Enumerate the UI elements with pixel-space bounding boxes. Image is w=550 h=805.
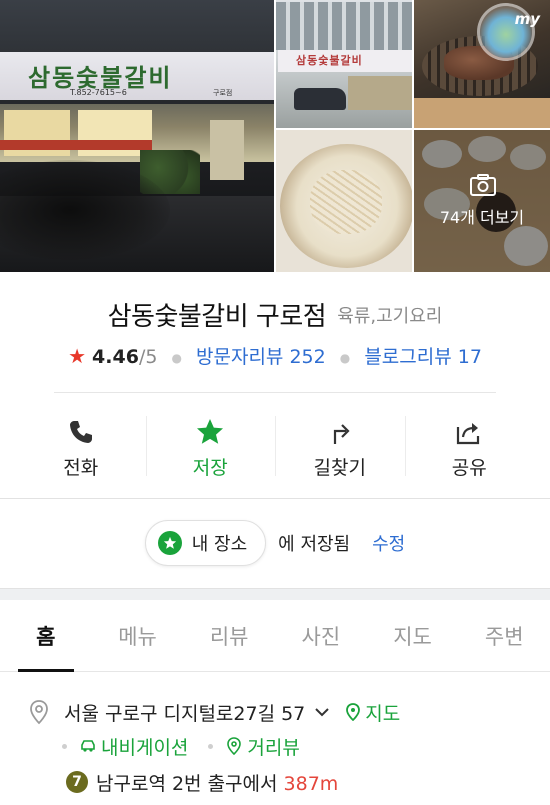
street-view-pin-icon (227, 737, 242, 755)
subway-row: 7 남구로역 2번 출구에서 387m (66, 768, 338, 796)
share-button[interactable]: 공유 (404, 400, 535, 496)
address-row: 서울 구로구 디지털로27길 57 지도 (28, 698, 538, 726)
subway-line-badge: 7 (66, 771, 88, 793)
photo-gallery[interactable]: 삼동숯불갈비 T.852-7615~6 구로점 삼동숯불갈비 my 74개 더보… (0, 0, 550, 272)
share-label: 공유 (451, 456, 487, 479)
directions-button[interactable]: 길찾기 (275, 400, 405, 496)
tab-bar: 홈 메뉴 리뷰 사진 지도 주변 (0, 600, 550, 672)
location-pin-icon (30, 700, 48, 725)
map-link[interactable]: 지도 (345, 699, 400, 726)
noodle-photo[interactable] (276, 130, 412, 272)
subway-text: 남구로역 2번 출구에서 387m (96, 769, 338, 796)
street-view-label: 거리뷰 (247, 736, 300, 759)
storefront-photo[interactable]: 삼동숯불갈비 T.852-7615~6 구로점 (0, 0, 274, 272)
door (210, 120, 244, 180)
noodles (310, 170, 382, 234)
separator-dot (208, 743, 214, 749)
wood-table (414, 98, 550, 128)
car (294, 88, 346, 110)
navigation-label: 내비게이션 (101, 736, 189, 759)
shop-front (348, 76, 412, 110)
rating-row: ★ 4.46/5 ● 방문자리뷰 252 ● 블로그리뷰 17 (0, 342, 550, 369)
divider (0, 498, 550, 499)
navigation-link[interactable]: 내비게이션 (79, 733, 188, 760)
directions-label: 길찾기 (313, 456, 366, 479)
action-bar: 전화 저장 길찾기 공유 (16, 400, 534, 496)
star-icon (157, 531, 182, 555)
tab-photo[interactable]: 사진 (275, 600, 367, 671)
address-text[interactable]: 서울 구로구 디지털로27길 57 (64, 699, 305, 726)
place-category: 육류,고기요리 (337, 305, 443, 327)
chevron-down-icon[interactable] (313, 703, 331, 721)
star-icon (197, 418, 224, 444)
visitor-review-link[interactable]: 방문자리뷰 252 (196, 346, 326, 368)
divider (54, 392, 496, 393)
more-photos-label[interactable]: 74개 더보기 (414, 204, 550, 228)
phone-icon (69, 420, 92, 443)
my-badge[interactable]: my (480, 6, 540, 58)
my-places-label: 내 장소 (191, 534, 248, 555)
subway-distance: 387m (283, 772, 339, 795)
save-label: 저장 (192, 456, 228, 479)
building-facade (276, 2, 412, 50)
share-icon (457, 422, 480, 444)
call-button[interactable]: 전화 (16, 400, 146, 496)
saved-status-text: 에 저장됨 (278, 534, 351, 555)
tab-map[interactable]: 지도 (367, 600, 459, 671)
camera-icon (470, 174, 496, 196)
separator-dot (62, 743, 67, 749)
my-badge-text: my (514, 10, 540, 28)
blog-review-link[interactable]: 블로그리뷰 17 (364, 346, 482, 368)
place-name: 삼동숯불갈비 구로점 (107, 302, 327, 332)
tab-review[interactable]: 리뷰 (183, 600, 275, 671)
store-sign-branch: 구로점 (213, 89, 233, 97)
car-icon (81, 740, 95, 752)
red-banner (0, 140, 152, 150)
more-photos-overlay[interactable] (414, 130, 550, 272)
call-label: 전화 (63, 456, 99, 479)
title-row: 삼동숯불갈비 구로점 육류,고기요리 (0, 296, 550, 333)
rating-score: 4.46 (92, 346, 139, 368)
saved-row: 내 장소 에 저장됨 수정 (0, 518, 550, 568)
section-band (0, 588, 550, 600)
map-link-label: 지도 (365, 702, 401, 725)
building-photo[interactable]: 삼동숯불갈비 (276, 0, 412, 128)
navigation-row: 내비게이션 거리뷰 (62, 732, 320, 760)
street-view-link[interactable]: 거리뷰 (225, 733, 300, 760)
edit-link[interactable]: 수정 (372, 530, 405, 556)
tab-nearby[interactable]: 주변 (458, 600, 550, 671)
separator-dot: ● (171, 350, 182, 365)
subway-station-text: 남구로역 2번 출구에서 (96, 772, 278, 795)
directions-icon (333, 423, 350, 444)
rating-max: /5 (138, 346, 158, 368)
tab-menu[interactable]: 메뉴 (92, 600, 184, 671)
save-button[interactable]: 저장 (145, 400, 276, 496)
my-places-chip[interactable]: 내 장소 (144, 520, 267, 566)
separator-dot: ● (339, 350, 351, 365)
grill-photo[interactable]: my (414, 0, 550, 128)
building-sign-text: 삼동숯불갈비 (296, 54, 363, 67)
rating-star-icon: ★ (68, 344, 86, 368)
map-pin-icon (346, 703, 361, 721)
store-sign-tel: T.852-7615~6 (70, 88, 127, 97)
tab-home[interactable]: 홈 (0, 600, 92, 672)
